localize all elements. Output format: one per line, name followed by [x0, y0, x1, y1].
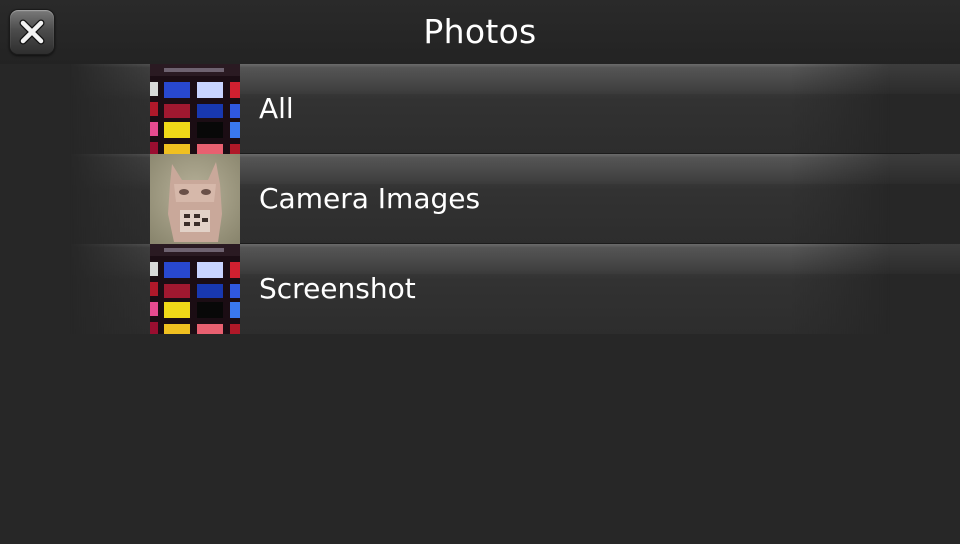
color-swatch-thumbnail [150, 244, 240, 334]
album-list: All Camera Images Screenshot [0, 64, 960, 334]
album-item-screenshot[interactable]: Screenshot [0, 244, 960, 334]
photo-thumbnail [150, 154, 240, 244]
album-item-camera-images[interactable]: Camera Images [0, 154, 960, 244]
album-thumbnail-all [150, 64, 240, 154]
color-swatch-thumbnail [150, 64, 240, 154]
album-thumbnail-camera-images [150, 154, 240, 244]
photos-screen: Photos All Camera Images Screenshot [0, 0, 960, 544]
album-label-screenshot: Screenshot [259, 272, 416, 305]
album-label-all: All [259, 92, 294, 125]
album-label-camera-images: Camera Images [259, 182, 481, 215]
album-thumbnail-screenshot [150, 244, 240, 334]
album-item-all[interactable]: All [0, 64, 960, 154]
header-bar: Photos [0, 0, 960, 64]
page-title: Photos [423, 12, 537, 51]
